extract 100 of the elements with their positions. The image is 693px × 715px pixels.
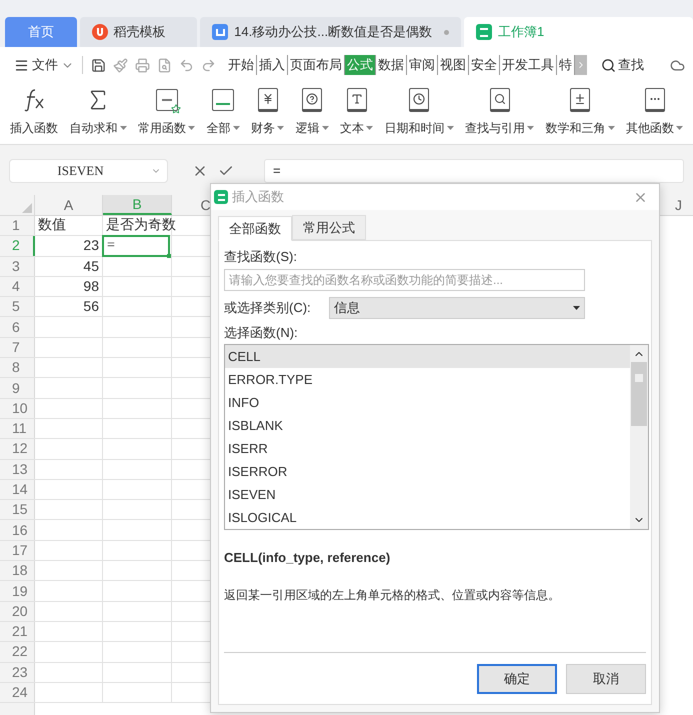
dots-book-icon <box>644 88 664 112</box>
dialog-tab[interactable]: 常用公式 <box>292 215 366 240</box>
row-header[interactable]: 24 <box>0 682 35 702</box>
caret-icon <box>322 126 328 130</box>
search-button[interactable]: 查找 <box>601 55 644 75</box>
cloud-icon[interactable] <box>670 58 685 72</box>
clock-book-icon <box>409 88 429 112</box>
ribbon-button[interactable]: 查找与引用 <box>465 87 534 137</box>
math-book-icon <box>570 88 590 112</box>
function-item[interactable]: CELL <box>225 345 630 368</box>
search-icon <box>601 58 616 72</box>
row-header[interactable]: 9 <box>0 378 35 398</box>
ribbon-tab[interactable]: 开发工具 <box>500 55 557 75</box>
document-tab[interactable]: 稻壳模板 <box>80 17 198 47</box>
type-book-icon <box>346 88 366 112</box>
table-cell[interactable]: 23 <box>35 236 102 256</box>
row-header[interactable]: 17 <box>0 540 35 560</box>
name-box[interactable]: ISEVEN <box>9 159 168 183</box>
function-item[interactable]: ISEVEN <box>225 483 630 506</box>
caret-icon <box>232 126 240 130</box>
caret-icon <box>608 126 614 130</box>
dialog-tab[interactable]: 全部函数 <box>218 216 292 241</box>
row-header[interactable]: 7 <box>0 338 35 358</box>
undo-icon[interactable] <box>179 58 194 72</box>
row-header[interactable]: 18 <box>0 561 35 580</box>
dialog-button[interactable]: 确定 <box>477 664 557 694</box>
paintbrush-icon[interactable] <box>113 58 128 72</box>
function-description: 返回某一引用区域的左上角单元格的格式、位置或内容等信息。 <box>224 586 561 604</box>
function-item[interactable]: INFO <box>225 391 630 414</box>
row-header[interactable]: 19 <box>0 581 35 601</box>
row-header[interactable]: 6 <box>0 317 35 337</box>
search-field[interactable]: 请输入您要查找的函数名称或函数功能的简要描述... <box>224 268 585 290</box>
row-header[interactable]: 15 <box>0 500 35 520</box>
ribbon-button[interactable]: 全部 <box>206 87 240 137</box>
print-icon[interactable] <box>135 58 150 72</box>
column-header[interactable]: J <box>664 195 693 215</box>
caret-icon <box>676 126 683 130</box>
document-tab[interactable]: 14.移动办公技...断数值是否是偶数 <box>200 17 461 47</box>
caret-icon <box>366 126 373 130</box>
caret-icon <box>277 126 284 130</box>
function-item[interactable]: ISERR <box>225 437 630 460</box>
caret-icon <box>188 126 195 130</box>
scrollbar[interactable] <box>630 345 648 529</box>
ribbon-button[interactable]: 数学和三角 <box>546 87 614 137</box>
table-cell[interactable]: 45 <box>35 256 102 276</box>
chevron-right-icon[interactable] <box>575 55 587 75</box>
ribbon-button[interactable]: 自动求和 <box>70 87 126 137</box>
table-cell[interactable]: 数值 <box>35 216 102 236</box>
row-header[interactable]: 4 <box>0 276 35 296</box>
row-header[interactable]: 13 <box>0 460 35 479</box>
ribbon-button[interactable]: 文本 <box>340 87 373 137</box>
save-icon[interactable] <box>91 58 106 72</box>
row-header[interactable]: 11 <box>0 418 35 438</box>
ribbon-tab[interactable]: 安全 <box>469 55 500 75</box>
row-header[interactable]: 12 <box>0 439 35 459</box>
ribbon-button[interactable]: 常用函数 <box>138 87 195 137</box>
formula-field[interactable]: = <box>264 159 684 183</box>
ribbon-tab[interactable]: 审阅 <box>407 55 438 75</box>
caret-icon <box>446 126 454 130</box>
ribbon-button[interactable]: 其他函数 <box>626 87 683 137</box>
row-header[interactable]: 3 <box>0 256 35 276</box>
ribbon-button[interactable]: 插入函数 <box>10 87 58 137</box>
print-preview-icon[interactable] <box>157 58 172 72</box>
ribbon-button[interactable]: 财务 <box>251 87 284 137</box>
row-header[interactable]: 22 <box>0 642 35 662</box>
function-item[interactable]: ERROR.TYPE <box>225 368 630 391</box>
category-select[interactable]: 信息 <box>329 296 585 318</box>
table-cell[interactable]: 是否为奇数 <box>103 216 179 236</box>
ribbon-tab[interactable]: 插入 <box>257 55 288 75</box>
ribbon-button[interactable]: 日期和时间 <box>384 87 454 137</box>
question-book-icon <box>302 88 322 112</box>
ribbon-button[interactable]: 逻辑 <box>296 87 328 137</box>
function-signature: CELL(info_type, reference) <box>224 549 392 567</box>
row-header[interactable]: 10 <box>0 398 35 418</box>
row-header[interactable]: 14 <box>0 480 35 500</box>
row-header[interactable]: 23 <box>0 662 35 682</box>
ribbon-tab[interactable]: 视图 <box>438 55 469 75</box>
row-header[interactable]: 1 <box>0 216 35 236</box>
file-menu-button[interactable]: 文件 <box>14 55 74 75</box>
row-header[interactable]: 16 <box>0 520 35 540</box>
redo-icon[interactable] <box>201 58 216 72</box>
ribbon-tab[interactable]: 数据 <box>376 55 407 75</box>
row-header[interactable]: 20 <box>0 602 35 621</box>
caret-icon <box>120 126 126 130</box>
function-item[interactable]: ISERROR <box>225 460 630 483</box>
row-header[interactable]: 5 <box>0 297 35 316</box>
row-header[interactable]: 21 <box>0 622 35 642</box>
function-label: 选择函数(N): <box>224 324 299 342</box>
menu-icon <box>14 58 29 72</box>
table-cell[interactable]: 56 <box>35 297 102 316</box>
caret-icon <box>527 126 534 130</box>
row-header[interactable]: 8 <box>0 358 35 378</box>
scroll-thumb[interactable] <box>631 362 647 426</box>
function-item[interactable]: ISBLANK <box>225 414 630 437</box>
table-cell[interactable]: = <box>102 235 170 257</box>
dialog-button[interactable]: 取消 <box>566 664 646 694</box>
ribbon-tab[interactable]: 开始 <box>226 55 257 75</box>
table-cell[interactable]: 98 <box>35 276 102 296</box>
yen-book-icon <box>258 88 278 112</box>
function-item[interactable]: ISLOGICAL <box>225 506 630 529</box>
